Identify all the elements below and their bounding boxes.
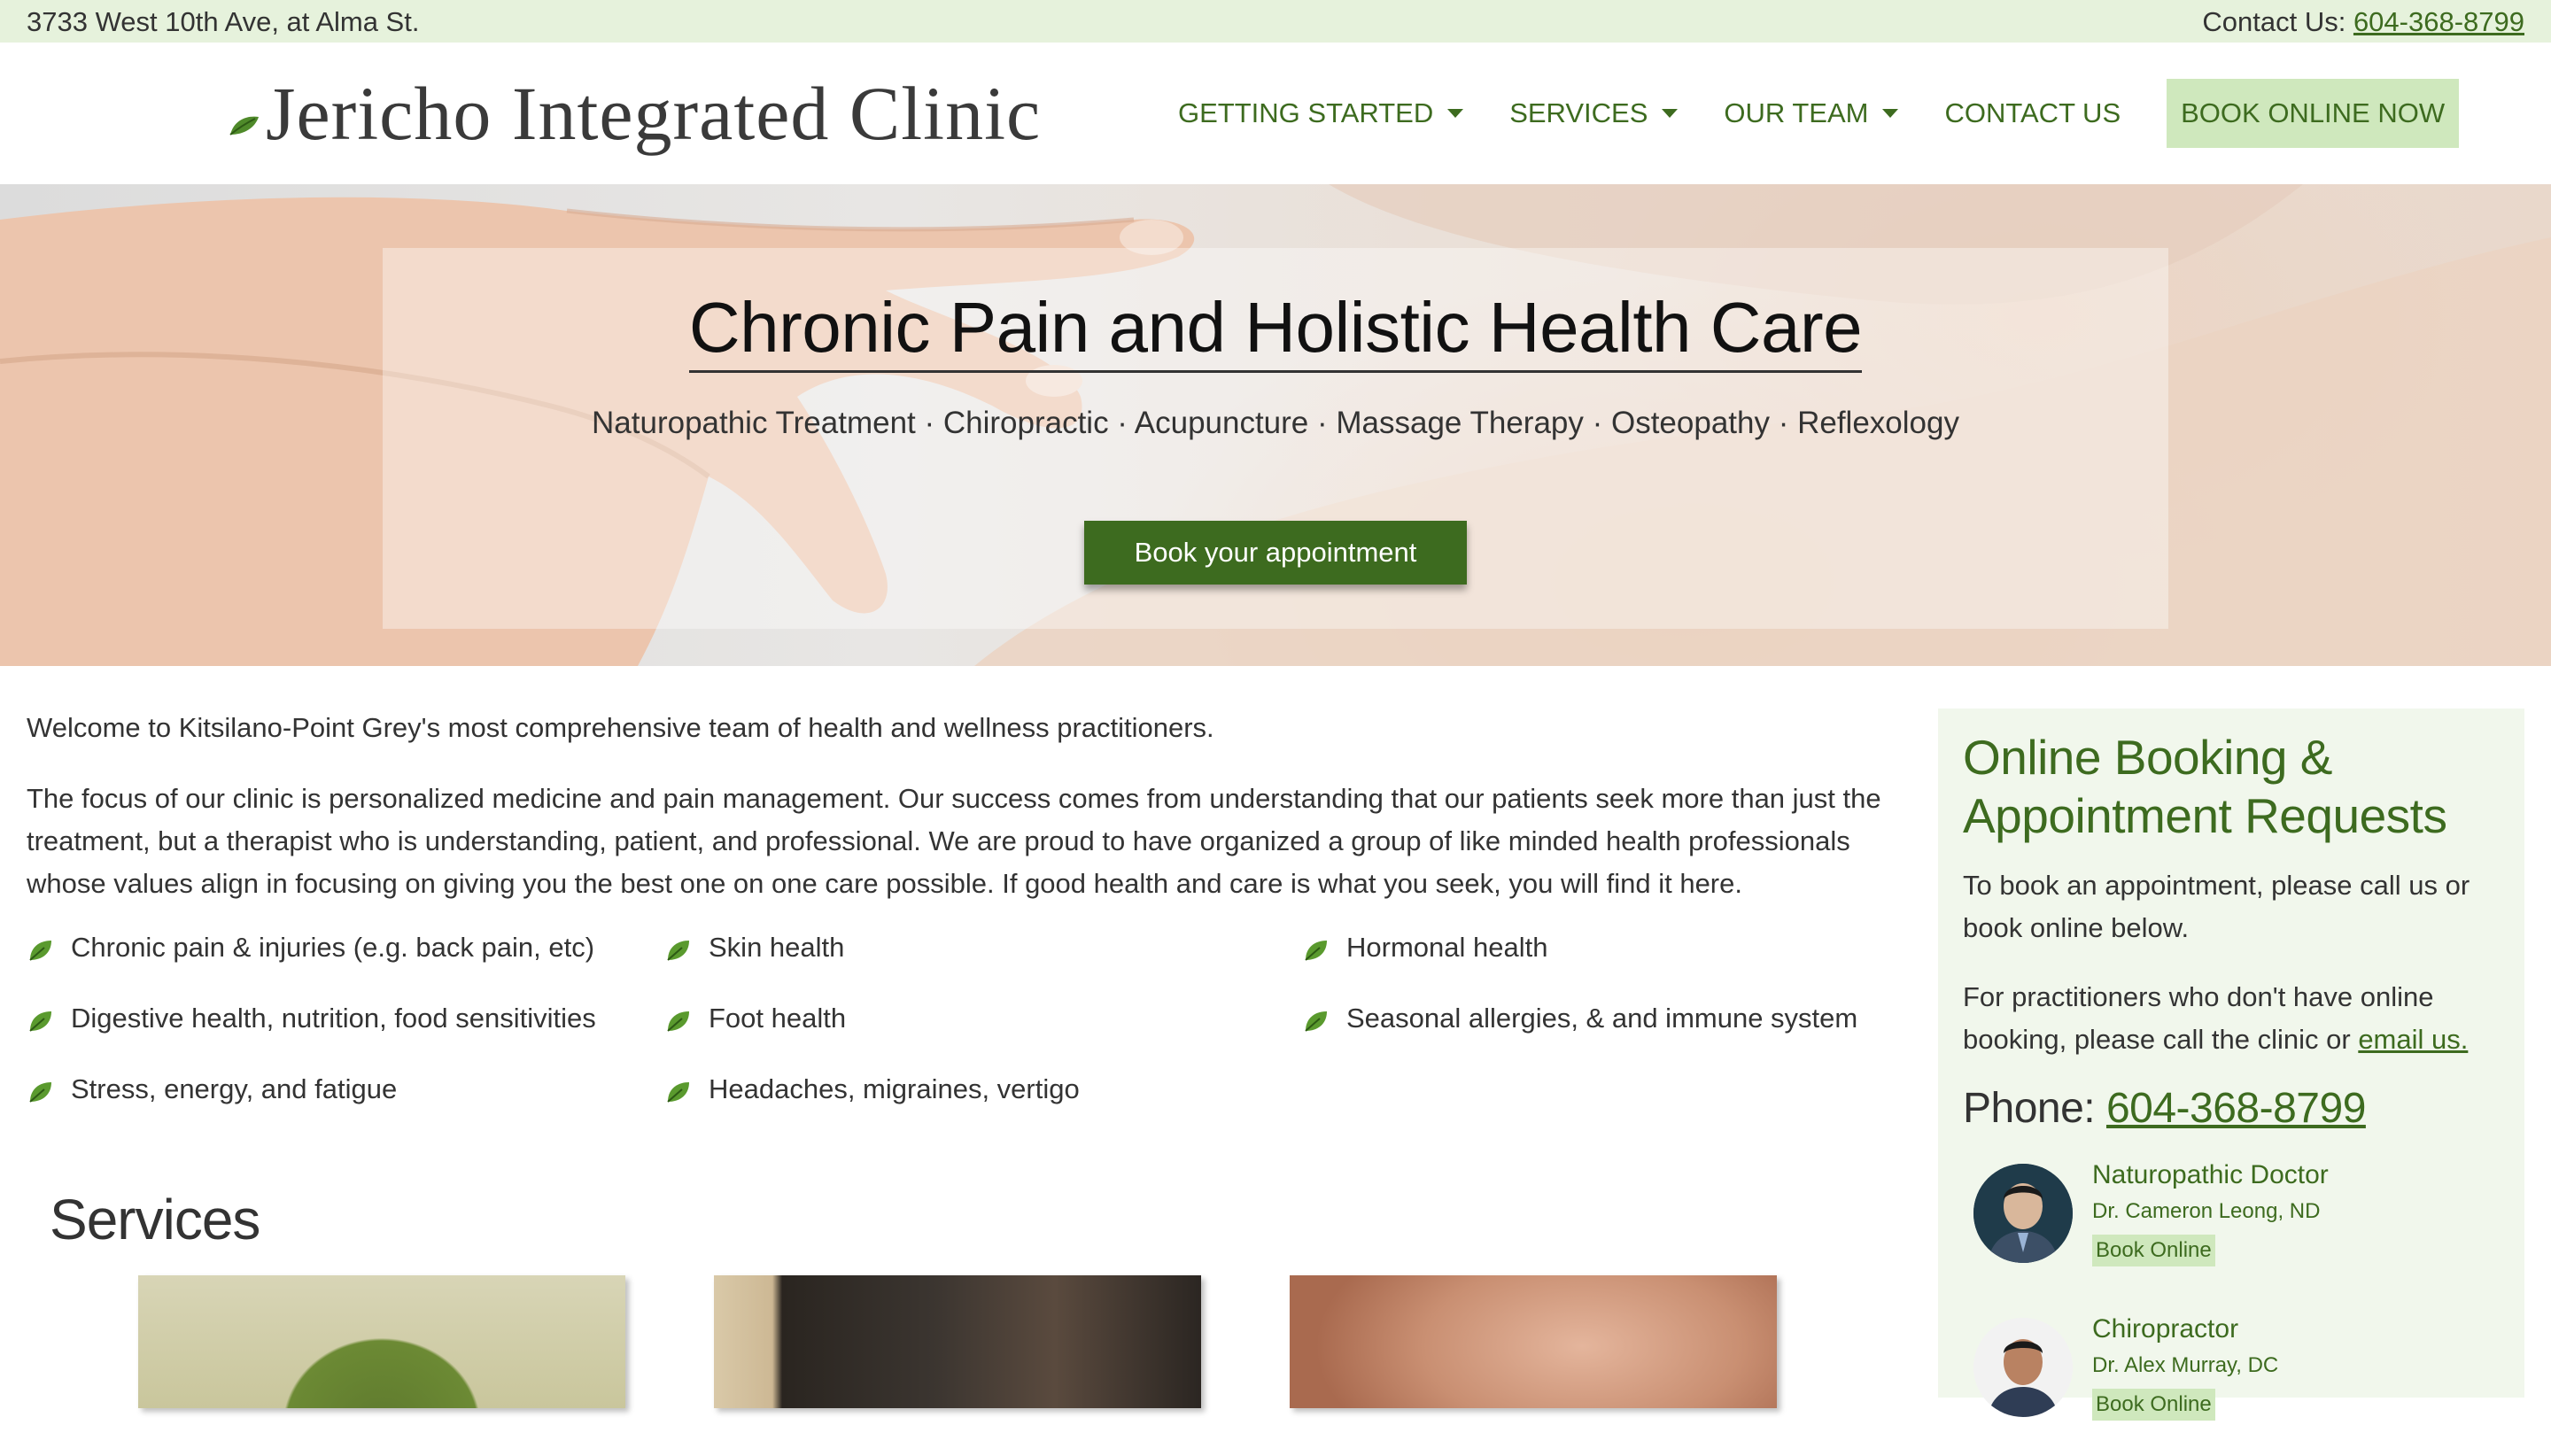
contact-label: Contact Us: [2202,6,2353,37]
service-image-chiropractic[interactable] [714,1275,1201,1408]
top-phone-link[interactable]: 604-368-8799 [2353,6,2524,37]
list-item-label: Stress, energy, and fatigue [71,1073,398,1104]
hero-subtitle: Naturopathic Treatment · Chiropractic · … [592,406,1959,440]
hero-banner: Chronic Pain and Holistic Health Care Na… [0,184,2551,666]
list-item: Chronic pain & injuries (e.g. back pain,… [27,932,594,964]
list-item-label: Skin health [709,932,845,963]
nav-our-team-label: OUR TEAM [1724,97,1869,128]
sidebar-phone-link[interactable]: 604-368-8799 [2106,1085,2366,1132]
sidebar-intro: To book an appointment, please call us o… [1963,870,2470,943]
sidebar-title: Online Booking & Appointment Requests [1963,730,2447,843]
hero-title-wrap: Chronic Pain and Holistic Health Care [0,287,2551,373]
booking-sidebar: Online Booking & Appointment Requests To… [1938,709,2524,1421]
list-item: Seasonal allergies, & and immune system [1302,1003,1857,1034]
book-online-link[interactable]: Book Online [2092,1389,2215,1421]
book-online-link[interactable]: Book Online [2092,1235,2215,1266]
list-item: Digestive health, nutrition, food sensit… [27,1003,596,1034]
phone-label: Phone: [1963,1085,2106,1132]
nav-book-online-button[interactable]: BOOK ONLINE NOW [2167,79,2460,148]
practitioner-card: Chiropractor Dr. Alex Murray, DC Book On… [1963,1314,2512,1456]
practitioner-role: Chiropractor [2092,1314,2239,1344]
practitioner-name: Dr. Alex Murray, DC [2092,1353,2279,1377]
focus-paragraph: The focus of our clinic is personalized … [27,783,1881,899]
list-item-label: Chronic pain & injuries (e.g. back pain,… [71,932,595,963]
nav-services[interactable]: SERVICES [1509,97,1679,129]
logo-text: Jericho Integrated Clinic [266,71,1042,156]
list-item-label: Hormonal health [1346,932,1548,963]
chevron-down-icon [1882,109,1899,118]
leaf-bullet-icon [29,1082,51,1103]
practitioner-role: Naturopathic Doctor [2092,1160,2329,1189]
email-us-link[interactable]: email us. [2358,1024,2468,1055]
top-contact: Contact Us: 604-368-8799 [2202,0,2524,44]
intro-paragraph: Welcome to Kitsilano-Point Grey's most c… [27,712,1214,743]
clinic-address: 3733 West 10th Ave, at Alma St. [27,6,420,37]
main-nav: GETTING STARTED SERVICES OUR TEAM CONTAC… [1178,78,2460,149]
practitioner-card: Naturopathic Doctor Dr. Cameron Leong, N… [1963,1160,2512,1302]
clinic-logo[interactable]: Jericho Integrated Clinic [229,69,1041,158]
leaf-bullet-icon [29,1011,51,1032]
practitioner-name: Dr. Cameron Leong, ND [2092,1199,2321,1223]
sidebar-note: For practitioners who don't have online … [1963,976,2512,1061]
list-item-label: Seasonal allergies, & and immune system [1346,1003,1858,1034]
avatar [1973,1164,2073,1263]
hero-title: Chronic Pain and Holistic Health Care [688,288,1863,373]
nav-services-label: SERVICES [1509,97,1648,128]
list-item-label: Digestive health, nutrition, food sensit… [71,1003,596,1034]
list-item: Stress, energy, and fatigue [27,1073,397,1105]
list-item: Headaches, migraines, vertigo [664,1073,1080,1105]
chevron-down-icon [1447,109,1464,118]
book-appointment-button[interactable]: Book your appointment [1084,521,1467,585]
leaf-bullet-icon [667,1011,689,1032]
leaf-bullet-icon [1305,1011,1327,1032]
leaf-logo-icon [229,116,259,136]
list-item-label: Foot health [709,1003,847,1034]
services-heading: Services [50,1188,260,1251]
site-header: Jericho Integrated Clinic GETTING STARTE… [0,43,2551,184]
leaf-bullet-icon [667,941,689,961]
service-image-naturopathic[interactable] [138,1275,625,1408]
top-bar: 3733 West 10th Ave, at Alma St. Contact … [0,0,2551,43]
chevron-down-icon [1662,109,1679,118]
list-item: Hormonal health [1302,932,1547,964]
list-item: Foot health [664,1003,846,1034]
nav-getting-started[interactable]: GETTING STARTED [1178,97,1464,129]
leaf-bullet-icon [1305,941,1327,961]
list-item-label: Headaches, migraines, vertigo [709,1073,1080,1104]
leaf-bullet-icon [667,1082,689,1103]
nav-getting-started-label: GETTING STARTED [1178,97,1434,128]
sidebar-phone: Phone: 604-368-8799 [1963,1084,2366,1133]
list-item: Skin health [664,932,844,964]
service-image-massage[interactable] [1290,1275,1777,1408]
nav-contact-us[interactable]: CONTACT US [1944,97,2121,129]
nav-our-team[interactable]: OUR TEAM [1724,97,1899,129]
avatar [1973,1318,2073,1417]
leaf-bullet-icon [29,941,51,961]
